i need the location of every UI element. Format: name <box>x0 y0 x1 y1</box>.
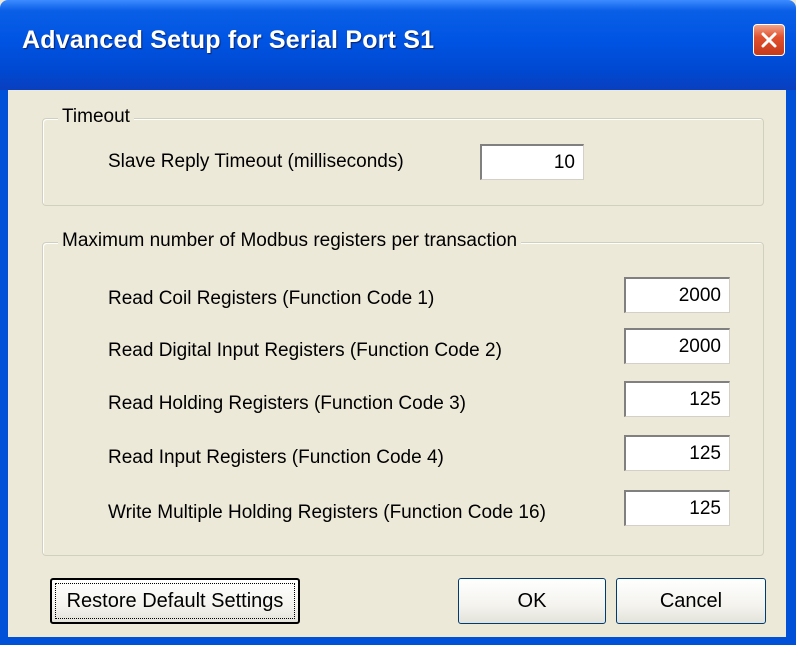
timeout-group-legend: Timeout <box>58 106 134 128</box>
cancel-label: Cancel <box>659 590 723 612</box>
ok-label: OK <box>517 590 547 612</box>
read-input-registers-label: Read Input Registers (Function Code 4) <box>108 447 444 468</box>
window-frame-left <box>0 90 8 645</box>
ok-button[interactable]: OK <box>458 578 606 624</box>
restore-default-settings-button[interactable]: Restore Default Settings <box>50 578 300 624</box>
read-coil-registers-label: Read Coil Registers (Function Code 1) <box>108 288 435 309</box>
cancel-button[interactable]: Cancel <box>616 578 766 624</box>
read-coil-registers-input[interactable]: 2000 <box>624 277 730 313</box>
focus-ring <box>55 583 295 619</box>
slave-reply-timeout-label: Slave Reply Timeout (milliseconds) <box>108 151 404 172</box>
read-holding-registers-label: Read Holding Registers (Function Code 3) <box>108 393 467 414</box>
read-digital-input-registers-input[interactable]: 2000 <box>624 328 730 364</box>
close-button[interactable] <box>753 24 785 56</box>
close-icon <box>761 32 777 48</box>
read-input-registers-input[interactable]: 125 <box>624 435 730 471</box>
title-bar[interactable]: Advanced Setup for Serial Port S1 <box>0 0 796 90</box>
read-digital-input-registers-label: Read Digital Input Registers (Function C… <box>108 340 502 361</box>
registers-group-legend: Maximum number of Modbus registers per t… <box>58 230 522 252</box>
read-holding-registers-input[interactable]: 125 <box>624 381 730 417</box>
window-frame-bottom <box>0 637 796 645</box>
window-frame-right <box>786 90 796 645</box>
write-multiple-holding-registers-input[interactable]: 125 <box>624 490 730 526</box>
slave-reply-timeout-input[interactable]: 10 <box>480 144 584 180</box>
write-multiple-holding-registers-label: Write Multiple Holding Registers (Functi… <box>108 502 546 523</box>
window-title: Advanced Setup for Serial Port S1 <box>22 26 435 54</box>
